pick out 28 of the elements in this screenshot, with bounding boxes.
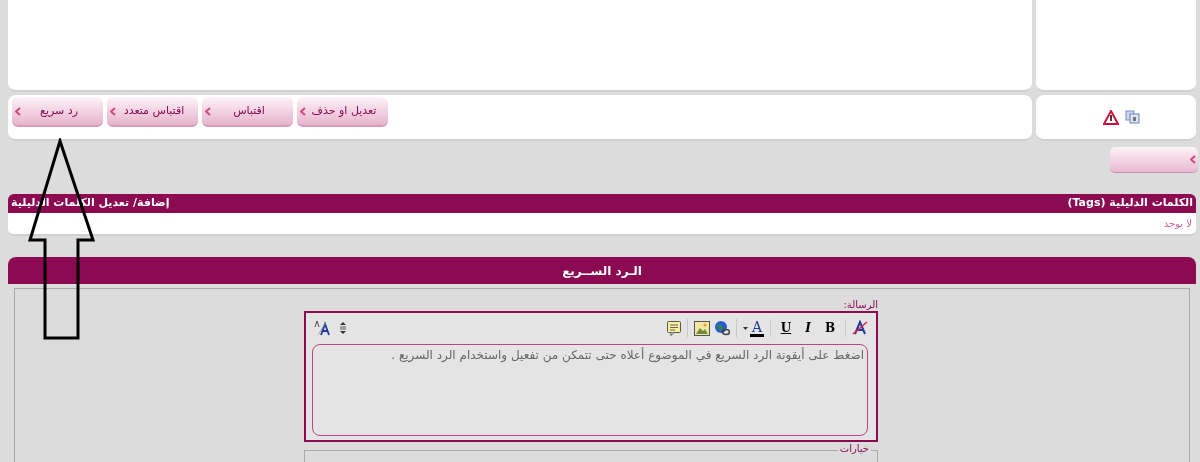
- copy-icon[interactable]: [1124, 110, 1140, 124]
- chevron-icon: [15, 106, 21, 116]
- post-action-button[interactable]: رد سريع: [12, 97, 103, 127]
- message-label: الرسالة:: [843, 299, 878, 311]
- image-icon[interactable]: [693, 320, 710, 336]
- clear-format-icon[interactable]: [852, 320, 868, 336]
- dropdown-caret-icon: [742, 326, 748, 330]
- message-field[interactable]: اضغط على أيقونة الرد السريع في الموضوع أعلاه حتى تتمكن من تفعيل واستخدام الرد السريع .: [312, 344, 868, 436]
- post-action-button[interactable]: اقتباس متعدد: [107, 97, 198, 127]
- quick-reply-title: الـرد الســريع: [562, 262, 642, 280]
- options-legend: خيارات: [837, 443, 871, 455]
- warning-icon[interactable]: [1102, 109, 1119, 125]
- tags-value: لا يوجد: [1163, 217, 1192, 231]
- bold-button[interactable]: B: [821, 319, 839, 337]
- quote-icon[interactable]: [666, 320, 681, 336]
- tags-title: الكلمات الدليلية (Tags): [1067, 195, 1193, 212]
- italic-button[interactable]: I: [799, 319, 817, 337]
- underline-button[interactable]: U: [777, 319, 795, 337]
- chevron-icon: [110, 106, 116, 116]
- chevron-icon: [300, 106, 306, 116]
- globe-link-icon[interactable]: [713, 320, 730, 336]
- chevron-icon: [1190, 155, 1196, 164]
- post-action-button[interactable]: تعديل او حذف: [297, 97, 388, 127]
- switch-mode-icon[interactable]: [314, 320, 332, 336]
- resize-icon[interactable]: [340, 321, 346, 335]
- post-action-button[interactable]: اقتباس: [202, 97, 293, 127]
- font-color-button[interactable]: A: [742, 318, 764, 338]
- chevron-icon: [205, 106, 211, 116]
